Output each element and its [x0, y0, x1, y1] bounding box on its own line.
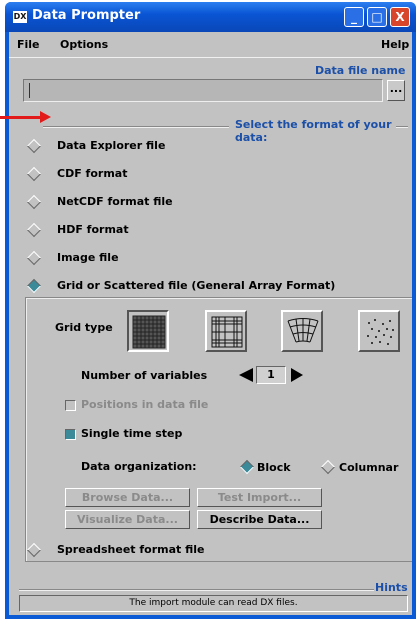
positions-checkbox[interactable]	[65, 400, 76, 411]
number-of-variables-field[interactable]: 1	[256, 366, 286, 384]
data-file-name-label: Data file name	[315, 64, 406, 77]
columnar-label: Columnar	[339, 461, 399, 474]
warped-grid-button[interactable]	[281, 310, 323, 352]
radio-diamond-icon	[26, 250, 42, 266]
radio-diamond-icon	[26, 542, 42, 558]
scattered-points-button[interactable]	[358, 310, 400, 352]
window-title: Data Prompter	[32, 8, 141, 23]
radio-diamond-icon	[26, 166, 42, 182]
format-option-netcdf[interactable]: NetCDF format file	[23, 194, 323, 212]
positions-label: Positions in data file	[81, 398, 209, 411]
browse-data-button[interactable]: Browse Data...	[65, 488, 190, 507]
describe-data-button[interactable]: Describe Data...	[197, 510, 322, 529]
menu-help[interactable]: Help	[381, 38, 409, 51]
regular-grid-button[interactable]	[127, 310, 169, 352]
data-file-name-input[interactable]	[23, 79, 383, 102]
warped-grid-icon	[287, 318, 319, 343]
single-timestep-checkbox[interactable]	[65, 429, 76, 440]
scattered-points-icon	[367, 319, 394, 345]
single-timestep-label: Single time step	[81, 427, 183, 440]
deformed-regular-grid-icon	[211, 316, 243, 348]
annotation-arrow-shaft	[0, 116, 42, 119]
format-option-cdf[interactable]: CDF format	[23, 166, 323, 184]
client-area: File Options Help Data file name ... Sel…	[9, 32, 412, 615]
hints-status-bar: The import module can read DX files.	[19, 595, 408, 612]
menu-bar: File Options Help	[9, 32, 412, 58]
format-option-gaf[interactable]: Grid or Scattered file (General Array Fo…	[23, 278, 363, 296]
regular-grid-icon	[132, 315, 166, 349]
data-organization-label: Data organization:	[81, 460, 197, 473]
deformed-regular-grid-button[interactable]	[205, 310, 247, 352]
text-cursor	[29, 83, 30, 98]
hints-label: Hints	[375, 581, 408, 594]
section-divider	[43, 126, 229, 128]
close-button[interactable]: X	[390, 7, 410, 27]
format-option-dx[interactable]: Data Explorer file	[23, 138, 323, 156]
radio-diamond-icon	[26, 138, 42, 154]
test-import-button[interactable]: Test Import...	[197, 488, 322, 507]
radio-diamond-icon	[26, 222, 42, 238]
grid-type-label: Grid type	[55, 321, 113, 334]
data-prompter-window: DX Data Prompter _ □ X File Options Help…	[5, 2, 416, 619]
browse-file-button[interactable]: ...	[387, 80, 405, 101]
number-of-variables-label: Number of variables	[81, 369, 208, 382]
section-divider	[396, 126, 408, 128]
menu-file[interactable]: File	[17, 38, 40, 51]
maximize-button[interactable]: □	[367, 7, 387, 27]
increment-arrow-icon[interactable]	[291, 368, 303, 382]
minimize-button[interactable]: _	[344, 7, 364, 27]
format-option-image[interactable]: Image file	[23, 250, 323, 268]
menu-options[interactable]: Options	[60, 38, 108, 51]
block-label: Block	[257, 461, 291, 474]
radio-diamond-selected-icon	[26, 278, 42, 294]
decrement-arrow-icon[interactable]	[239, 368, 253, 382]
format-option-spreadsheet[interactable]: Spreadsheet format file	[23, 542, 323, 560]
visualize-data-button[interactable]: Visualize Data...	[65, 510, 190, 529]
radio-diamond-icon	[26, 194, 42, 210]
app-icon: DX	[13, 11, 27, 23]
annotation-arrow-head-icon	[40, 111, 51, 123]
title-bar[interactable]: DX Data Prompter _ □ X	[5, 2, 416, 32]
format-option-hdf[interactable]: HDF format	[23, 222, 323, 240]
section-divider	[19, 589, 374, 591]
